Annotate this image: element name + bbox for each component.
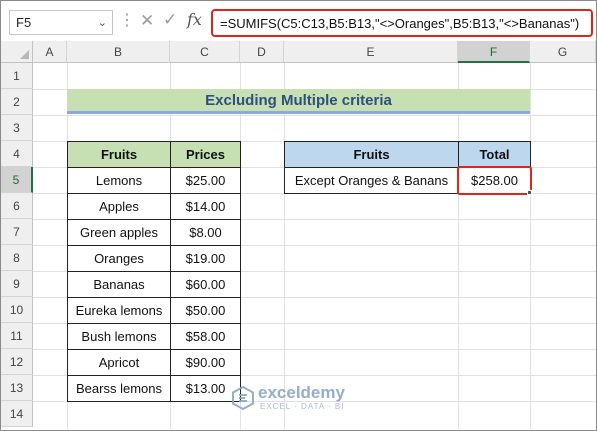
column-header-a[interactable]: A xyxy=(33,41,67,63)
price-cell[interactable]: $19.00 xyxy=(170,245,241,272)
fruit-cell[interactable]: Green apples xyxy=(67,219,171,246)
row-header-6[interactable]: 6 xyxy=(1,193,33,219)
select-all-corner[interactable] xyxy=(1,41,33,63)
row-header-14[interactable]: 14 xyxy=(1,401,33,427)
drag-handle-icon[interactable]: ⋮ xyxy=(119,13,135,29)
formula-input[interactable]: =SUMIFS(C5:C13,B5:B13,"<>Oranges",B5:B13… xyxy=(211,9,593,37)
price-cell[interactable]: $50.00 xyxy=(170,297,241,324)
result-criteria-cell[interactable]: Except Oranges & Banans xyxy=(284,167,459,194)
price-cell[interactable]: $60.00 xyxy=(170,271,241,298)
chevron-down-icon[interactable]: ⌄ xyxy=(98,16,107,29)
row-header-11[interactable]: 11 xyxy=(1,323,33,349)
price-cell[interactable]: $58.00 xyxy=(170,323,241,350)
column-header-g[interactable]: G xyxy=(530,41,596,63)
result-total-cell[interactable]: $258.00 xyxy=(457,166,532,195)
price-cell[interactable]: $90.00 xyxy=(170,349,241,376)
fruit-cell[interactable]: Bearss lemons xyxy=(67,375,171,402)
name-box[interactable]: F5 ⌄ xyxy=(9,10,113,35)
gridline xyxy=(33,115,596,116)
price-cell[interactable]: $14.00 xyxy=(170,193,241,220)
watermark-name: exceldemy xyxy=(258,383,345,402)
fruits-header-cell[interactable]: Fruits xyxy=(67,141,171,168)
fruit-cell[interactable]: Lemons xyxy=(67,167,171,194)
prices-header-cell[interactable]: Prices xyxy=(170,141,241,168)
column-header-e[interactable]: E xyxy=(284,41,458,63)
fruit-cell[interactable]: Eureka lemons xyxy=(67,297,171,324)
fruit-cell[interactable]: Apricot xyxy=(67,349,171,376)
fill-handle[interactable] xyxy=(527,190,532,195)
name-box-value: F5 xyxy=(16,15,32,30)
checkmark-icon[interactable]: ✓ xyxy=(163,10,177,30)
row-header-2[interactable]: 2 xyxy=(1,89,33,115)
exceldemy-watermark: exceldemy EXCEL · DATA · BI xyxy=(232,383,422,415)
row-header-7[interactable]: 7 xyxy=(1,219,33,245)
row-header-5[interactable]: 5 xyxy=(1,167,33,193)
fruit-cell[interactable]: Oranges xyxy=(67,245,171,272)
row-header-4[interactable]: 4 xyxy=(1,141,33,167)
select-all-triangle-icon xyxy=(20,50,29,59)
fruit-cell[interactable]: Apples xyxy=(67,193,171,220)
price-cell[interactable]: $25.00 xyxy=(170,167,241,194)
column-header-c[interactable]: C xyxy=(170,41,240,63)
row-header-1[interactable]: 1 xyxy=(1,63,33,89)
row-header-3[interactable]: 3 xyxy=(1,115,33,141)
row-header-8[interactable]: 8 xyxy=(1,245,33,271)
formula-bar: F5 ⌄ ⋮ ✕ ✓ fx =SUMIFS(C5:C13,B5:B13,"<>O… xyxy=(1,1,596,41)
row-header-10[interactable]: 10 xyxy=(1,297,33,323)
insert-function-icon[interactable]: fx xyxy=(187,10,202,29)
exceldemy-logo-icon xyxy=(232,386,254,410)
fruit-cell[interactable]: Bush lemons xyxy=(67,323,171,350)
fruit-cell[interactable]: Bananas xyxy=(67,271,171,298)
sheet-title[interactable]: Excluding Multiple criteria xyxy=(67,89,530,114)
result-fruits-header-cell[interactable]: Fruits xyxy=(284,141,459,168)
price-cell[interactable]: $13.00 xyxy=(170,375,241,402)
result-total-header-cell[interactable]: Total xyxy=(458,141,531,168)
watermark-tagline: EXCEL · DATA · BI xyxy=(260,402,345,411)
column-header-d[interactable]: D xyxy=(240,41,284,63)
column-header-f[interactable]: F xyxy=(458,41,530,63)
row-header-9[interactable]: 9 xyxy=(1,271,33,297)
cancel-icon[interactable]: ✕ xyxy=(140,11,154,31)
column-header-b[interactable]: B xyxy=(67,41,170,63)
price-cell[interactable]: $8.00 xyxy=(170,219,241,246)
row-header-13[interactable]: 13 xyxy=(1,375,33,401)
row-header-12[interactable]: 12 xyxy=(1,349,33,375)
